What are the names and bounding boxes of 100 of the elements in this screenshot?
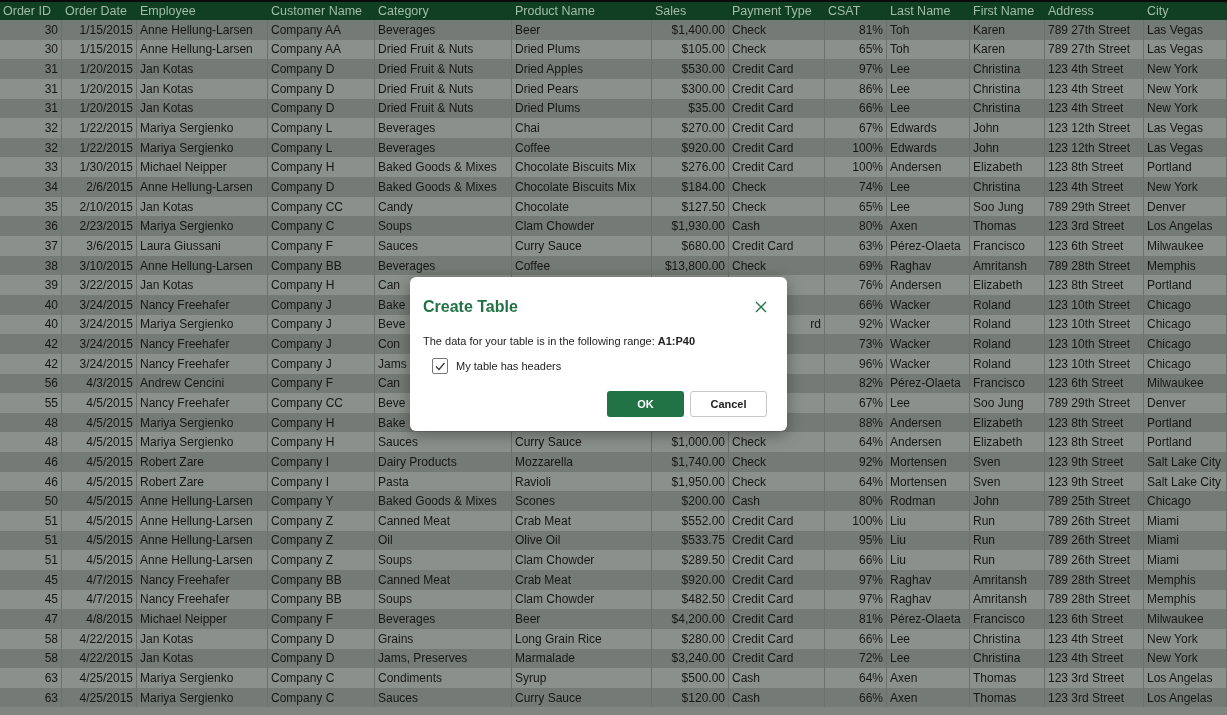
table-cell: Chocolate xyxy=(515,198,570,215)
table-cell: Francisco xyxy=(973,375,1025,392)
table-cell: Andrew Cencini xyxy=(140,375,225,392)
table-cell: 4/5/2015 xyxy=(86,395,133,411)
table-cell: $1,740.00 xyxy=(671,453,725,470)
table-cell: 63 xyxy=(44,689,58,706)
table-cell: $530.00 xyxy=(681,61,725,78)
table-cell: Cash xyxy=(732,689,760,706)
table-cell: 1/20/2015 xyxy=(79,61,133,78)
table-cell: Michael Neipper xyxy=(140,611,227,628)
cancel-button[interactable]: Cancel xyxy=(690,391,767,417)
table-cell: Milwaukee xyxy=(1147,375,1204,392)
table-cell: Roland xyxy=(973,355,1012,372)
table-cell: Axen xyxy=(890,218,918,235)
table-cell: Sauces xyxy=(378,434,419,451)
table-cell: Elizabeth xyxy=(973,277,1023,294)
table-cell: Soups xyxy=(378,552,413,569)
table-cell: Company D xyxy=(271,61,335,78)
table-cell: Las Vegas xyxy=(1147,139,1204,156)
table-cell: 67% xyxy=(858,395,883,411)
table-cell: 65% xyxy=(858,198,883,215)
ok-button[interactable]: OK xyxy=(607,391,684,417)
table-cell: 4/5/2015 xyxy=(86,453,133,470)
column-header: Payment Type xyxy=(731,3,813,20)
table-cell: Toh xyxy=(890,41,910,58)
table-cell: Company H xyxy=(271,159,335,176)
table-cell: Miami xyxy=(1147,512,1179,529)
table-cell: 58 xyxy=(44,630,58,647)
table-cell: Credit Card xyxy=(732,80,794,97)
table-cell: 40 xyxy=(44,316,58,333)
table-cell: Curry Sauce xyxy=(515,237,582,254)
table-cell: 31 xyxy=(44,80,58,97)
table-cell: Credit Card xyxy=(732,139,794,156)
table-cell: Wacker xyxy=(890,336,931,353)
table-cell: Jan Kotas xyxy=(140,650,194,667)
table-cell: Company F xyxy=(271,237,334,254)
table-cell: Sven xyxy=(973,453,1001,470)
table-cell: Company D xyxy=(271,100,335,117)
table-cell: 123 6th Street xyxy=(1048,375,1124,392)
table-cell: 56 xyxy=(44,375,58,392)
close-icon[interactable] xyxy=(754,300,768,314)
table-cell: Pérez-Olaeta xyxy=(890,375,961,392)
table-cell: Mariya Sergienko xyxy=(140,669,234,686)
table-cell: Company Y xyxy=(271,493,334,510)
table-cell: Jams xyxy=(378,355,407,372)
table-cell: Milwaukee xyxy=(1147,611,1204,628)
table-cell: Beve xyxy=(378,316,406,333)
table-cell: Amritansh xyxy=(973,257,1028,274)
table-cell: Jan Kotas xyxy=(140,61,194,78)
table-cell: Anne Hellung-Larsen xyxy=(140,21,253,38)
table-cell: 63 xyxy=(44,669,58,686)
table-cell: Company CC xyxy=(271,395,344,411)
table-cell: Milwaukee xyxy=(1147,237,1204,254)
table-cell: $120.00 xyxy=(681,689,725,706)
table-cell: 97% xyxy=(858,61,883,78)
table-cell: 4/5/2015 xyxy=(86,434,133,451)
table-cell: Nancy Freehafer xyxy=(140,395,230,411)
table-cell: 81% xyxy=(858,611,883,628)
table-cell: 2/6/2015 xyxy=(86,178,133,195)
table-cell: 63% xyxy=(858,237,883,254)
table-cell: 39 xyxy=(44,277,58,294)
table-cell: Mariya Sergienko xyxy=(140,434,234,451)
table-cell: Company CC xyxy=(271,198,344,215)
table-cell: Nancy Freehafer xyxy=(140,355,230,372)
table-cell: 1/22/2015 xyxy=(79,139,133,156)
table-cell: Oil xyxy=(378,532,393,549)
table-cell: 100% xyxy=(852,139,883,156)
table-cell: $1,400.00 xyxy=(671,21,725,38)
table-cell: 81% xyxy=(858,21,883,38)
table-cell: Pérez-Olaeta xyxy=(890,611,961,628)
table-cell: Credit Card xyxy=(732,591,794,608)
table-cell: Miami xyxy=(1147,532,1179,549)
table-cell: Mariya Sergienko xyxy=(140,414,234,431)
table-cell: Company C xyxy=(271,689,335,706)
table-cell: 95% xyxy=(858,532,883,549)
column-header: CSAT xyxy=(827,3,862,20)
table-cell: Company Z xyxy=(271,532,334,549)
table-cell: Crab Meat xyxy=(515,512,572,529)
table-cell: 3/24/2015 xyxy=(79,316,133,333)
table-cell: Chocolate Biscuits Mix xyxy=(515,178,636,195)
table-cell: 65% xyxy=(858,41,883,58)
table-cell: Amritansh xyxy=(973,571,1028,588)
headers-checkbox[interactable] xyxy=(432,357,448,374)
table-cell: $289.50 xyxy=(681,552,725,569)
column-header: Customer Name xyxy=(270,3,363,20)
table-cell: 3/24/2015 xyxy=(79,355,133,372)
table-cell: Laura Giussani xyxy=(140,237,221,254)
table-cell: Soo Jung xyxy=(973,395,1024,411)
table-cell: Dairy Products xyxy=(378,453,457,470)
table-cell: Olive Oil xyxy=(515,532,561,549)
table-cell: 4/8/2015 xyxy=(86,611,133,628)
table-cell: Nancy Freehafer xyxy=(140,296,230,313)
table-cell: Dried Apples xyxy=(515,61,584,78)
table-cell: 4/7/2015 xyxy=(86,591,133,608)
table-cell: Beve xyxy=(378,395,406,411)
table-cell: Robert Zare xyxy=(140,473,205,490)
table-cell: 92% xyxy=(858,453,883,470)
table-cell: 51 xyxy=(44,512,58,529)
table-cell: Con xyxy=(378,336,400,353)
table-cell: Jams, Preserves xyxy=(378,650,468,667)
